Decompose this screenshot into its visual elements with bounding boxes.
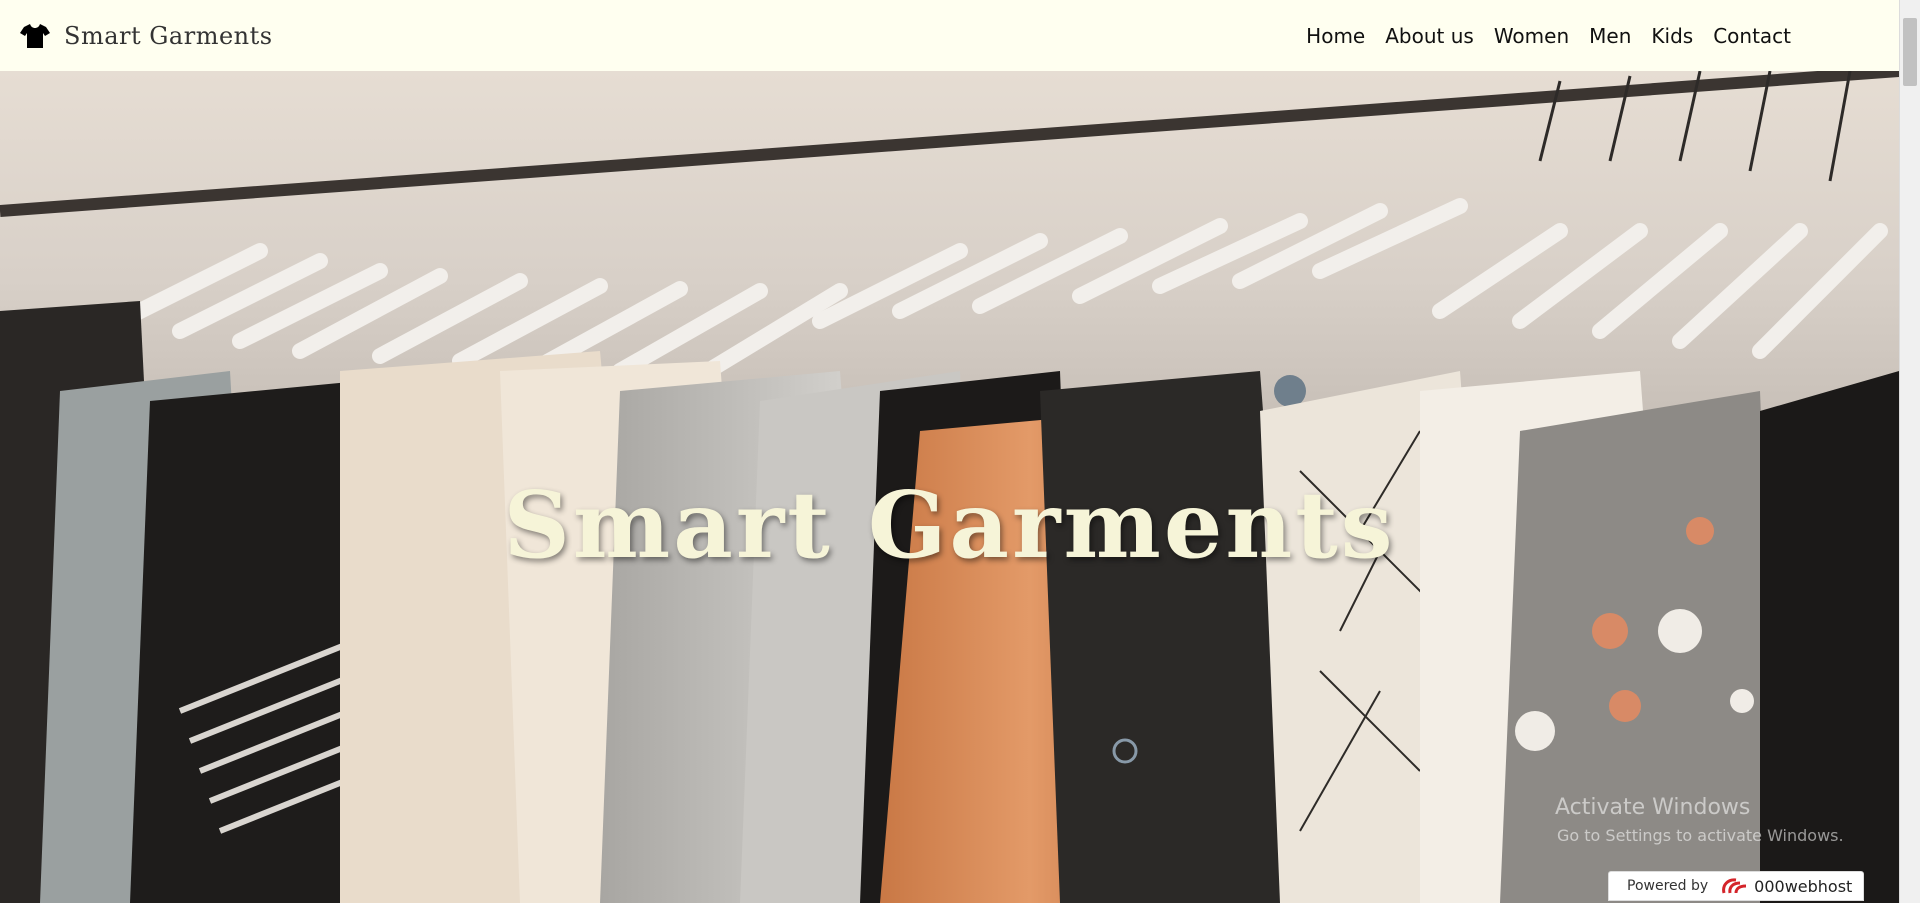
nav-home[interactable]: Home [1306, 24, 1365, 48]
scrollbar-thumb[interactable] [1903, 18, 1917, 86]
powered-by-brand: 000webhost [1754, 876, 1853, 896]
powered-by-label: Powered by [1627, 878, 1709, 894]
vertical-scrollbar[interactable] [1899, 0, 1920, 903]
watermark-title: Activate Windows [1555, 795, 1751, 820]
nav-kids[interactable]: Kids [1651, 24, 1693, 48]
nav-about-us[interactable]: About us [1385, 24, 1474, 48]
nav-women[interactable]: Women [1494, 24, 1569, 48]
main-nav: Home About us Women Men Kids Contact [1286, 24, 1899, 48]
watermark-subtitle: Go to Settings to activate Windows. [1557, 826, 1844, 845]
brand-name: Smart Garments [64, 21, 273, 50]
hero-title: Smart Garments [503, 471, 1396, 579]
brand[interactable]: Smart Garments [0, 22, 273, 50]
windows-activation-watermark: Activate Windows Go to Settings to activ… [1555, 795, 1844, 845]
powered-by-badge[interactable]: Powered by 000webhost [1608, 871, 1864, 901]
navbar: Smart Garments Home About us Women Men K… [0, 0, 1899, 71]
000webhost-logo-icon [1720, 877, 1750, 895]
nav-men[interactable]: Men [1589, 24, 1631, 48]
page: Smart Garments Home About us Women Men K… [0, 0, 1920, 903]
hero-section: Smart Garments [0, 71, 1899, 903]
tshirt-icon [20, 23, 50, 49]
nav-contact[interactable]: Contact [1713, 24, 1791, 48]
